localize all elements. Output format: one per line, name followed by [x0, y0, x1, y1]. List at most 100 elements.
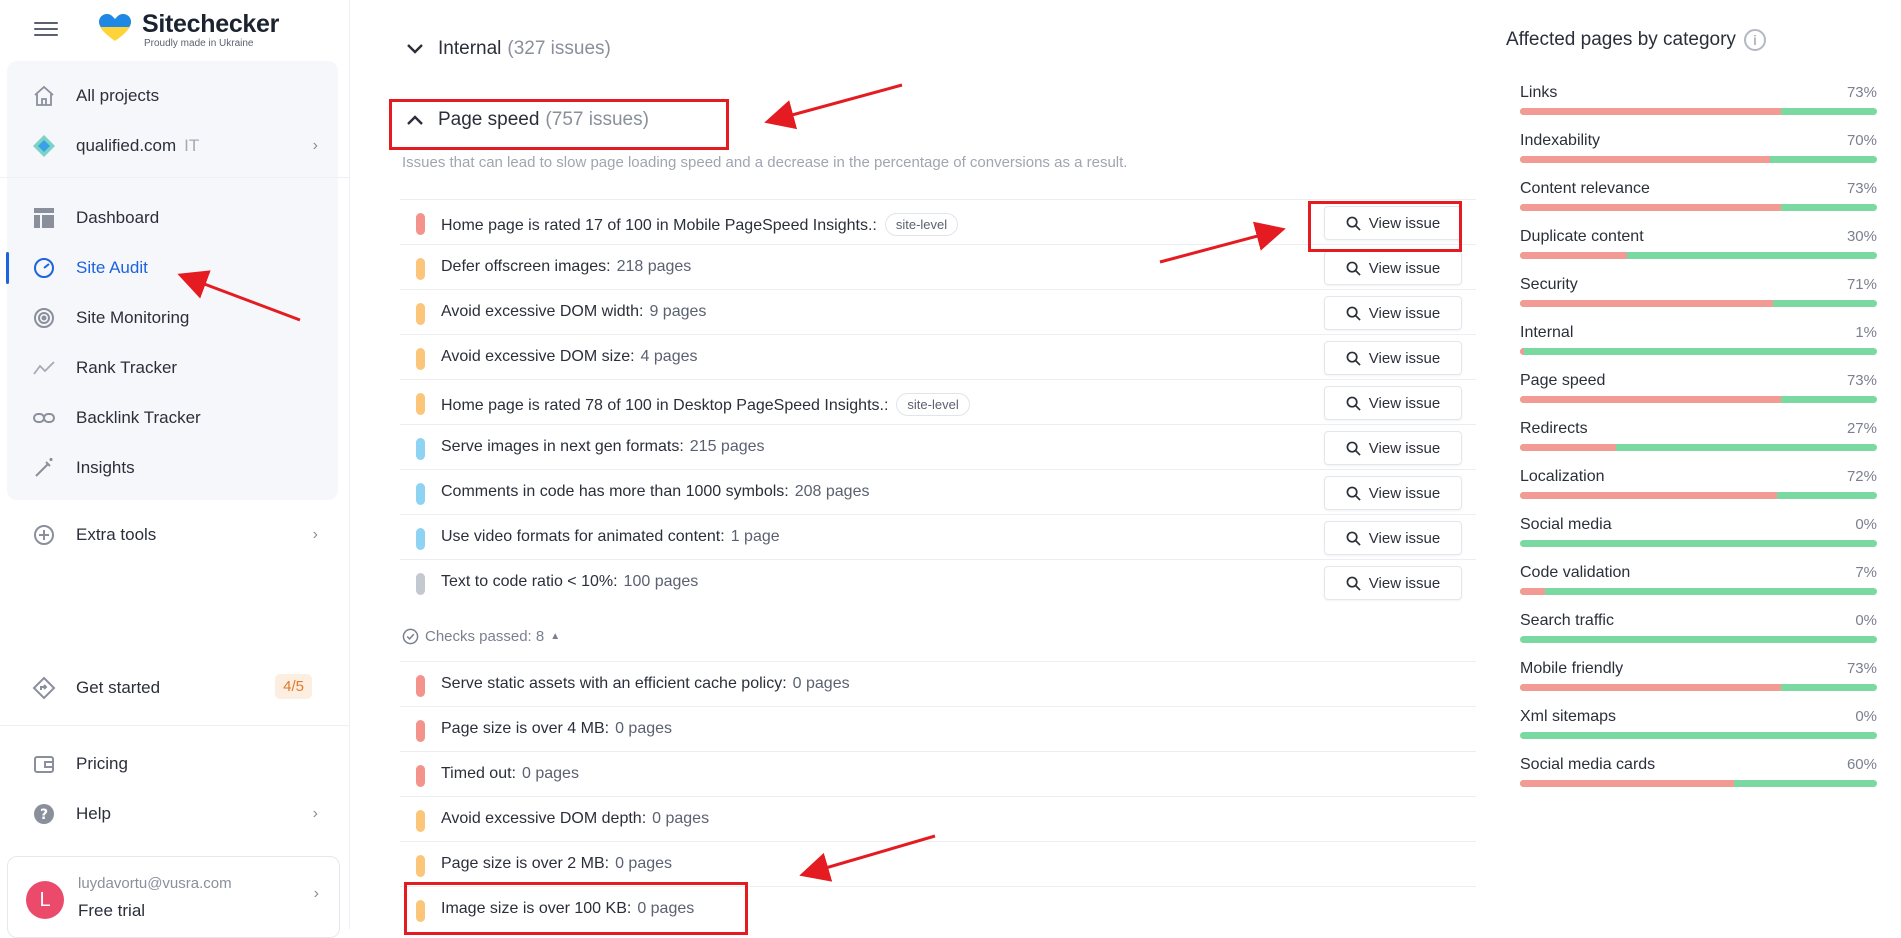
category-row[interactable]: Mobile friendly 73% [1520, 660, 1877, 704]
issue-row[interactable]: Use video formats for animated content: 1… [400, 514, 1476, 559]
plus-circle-icon [31, 522, 57, 548]
view-issue-button[interactable]: View issue [1324, 341, 1462, 375]
category-percent: 30% [1846, 228, 1877, 245]
checks-passed-toggle[interactable]: Checks passed: 8 ▲ [402, 628, 560, 645]
issue-text: Home page is rated 17 of 100 in Mobile P… [441, 213, 959, 236]
category-name: Social media cards [1520, 756, 1656, 773]
chevron-down-icon [407, 44, 423, 54]
category-percent: 73% [1846, 180, 1877, 197]
category-row[interactable]: Code validation 7% [1520, 564, 1877, 608]
issue-row[interactable]: Comments in code has more than 1000 symb… [400, 469, 1476, 514]
issue-row[interactable]: Page size is over 2 MB: 0 pages [400, 841, 1476, 886]
severity-indicator [416, 900, 425, 922]
view-issue-button[interactable]: View issue [1324, 476, 1462, 510]
sidebar-item-backlink-tracker[interactable]: Backlink Tracker [7, 396, 338, 440]
sidebar-item-get-started[interactable]: Get started 4/5 [7, 666, 338, 710]
affected-pages-panel: Affected pages by category i Links 73% Ind… [1500, 0, 1890, 929]
category-name: Xml sitemaps [1520, 708, 1617, 725]
category-row[interactable]: Duplicate content 30% [1520, 228, 1877, 272]
info-icon[interactable]: i [1743, 29, 1766, 51]
issue-row[interactable]: Serve images in next gen formats: 215 pag… [400, 424, 1476, 469]
search-icon [1346, 351, 1361, 366]
issue-text: Comments in code has more than 1000 symb… [441, 483, 869, 501]
severity-indicator [416, 720, 425, 742]
category-row[interactable]: Search traffic 0% [1520, 612, 1877, 656]
issue-title: Home page is rated 78 of 100 in Desktop … [441, 397, 889, 414]
sidebar-item-rank-tracker[interactable]: Rank Tracker [7, 346, 338, 390]
category-row[interactable]: Localization 72% [1520, 468, 1877, 512]
get-started-progress-badge: 4/5 [275, 674, 312, 699]
sidebar-item-help[interactable]: ? Help › [7, 792, 338, 836]
view-issue-button[interactable]: View issue [1324, 566, 1462, 600]
category-row[interactable]: Xml sitemaps 0% [1520, 708, 1877, 752]
issue-title: Serve images in next gen formats: [441, 438, 684, 455]
issue-row[interactable]: Serve static assets with an efficient ca… [400, 661, 1476, 706]
view-issue-button[interactable]: View issue [1324, 206, 1462, 240]
sidebar-item-site-audit[interactable]: Site Audit [6, 246, 338, 290]
sidebar-item-label: Pricing [76, 754, 128, 773]
issue-row[interactable]: Page size is over 4 MB: 0 pages [400, 706, 1476, 751]
panel-title: Affected pages by category i [1506, 29, 1766, 51]
search-icon [1346, 576, 1361, 591]
view-issue-button[interactable]: View issue [1324, 251, 1462, 285]
sidebar-item-site-monitoring[interactable]: Site Monitoring [7, 296, 338, 340]
home-icon [31, 83, 57, 109]
issue-row[interactable]: Image size is over 100 KB: 0 pages [400, 886, 1476, 931]
view-issue-button[interactable]: View issue [1324, 431, 1462, 465]
sidebar-item-all-projects[interactable]: All projects [7, 74, 338, 118]
category-row[interactable]: Social media 0% [1520, 516, 1877, 560]
category-row[interactable]: Internal 1% [1520, 324, 1877, 368]
section-title: Internal [438, 38, 502, 59]
issue-title: Avoid excessive DOM width: [441, 303, 644, 320]
category-row[interactable]: Content relevance 73% [1520, 180, 1877, 224]
section-internal-toggle[interactable]: Internal (327 issues) [406, 38, 611, 60]
affected-fill [1520, 444, 1617, 451]
issue-page-count: 0 pages [522, 765, 579, 782]
issue-row[interactable]: Avoid excessive DOM size: 4 pages View iss… [400, 334, 1476, 379]
issue-row[interactable]: Home page is rated 17 of 100 in Mobile P… [400, 199, 1476, 244]
sidebar-item-extra-tools[interactable]: Extra tools › [7, 513, 338, 557]
view-issue-button[interactable]: View issue [1324, 296, 1462, 330]
issue-row[interactable]: Text to code ratio < 10%: 100 pages View i… [400, 559, 1476, 604]
issue-text: Serve images in next gen formats: 215 pag… [441, 438, 765, 456]
severity-indicator [416, 303, 425, 325]
severity-indicator [416, 765, 425, 787]
issue-row[interactable]: Avoid excessive DOM width: 9 pages View is… [400, 289, 1476, 334]
issue-row[interactable]: Defer offscreen images: 218 pages View iss… [400, 244, 1476, 289]
view-issue-button[interactable]: View issue [1324, 521, 1462, 555]
severity-indicator [416, 348, 425, 370]
sidebar-item-insights[interactable]: Insights [7, 446, 338, 490]
user-account-card[interactable]: L luydavortu@vusra.com Free trial › [7, 856, 340, 938]
category-row[interactable]: Links 73% [1520, 84, 1877, 128]
category-row[interactable]: Security 71% [1520, 276, 1877, 320]
category-row[interactable]: Redirects 27% [1520, 420, 1877, 464]
sidebar-item-dashboard[interactable]: Dashboard [7, 196, 338, 240]
sidebar: Sitechecker Proudly made in Ukraine All … [0, 0, 350, 938]
affected-fill [1520, 780, 1735, 787]
category-percent: 1% [1855, 324, 1877, 341]
sidebar-item-label: Insights [76, 458, 135, 477]
issue-row[interactable]: Timed out: 0 pages [400, 751, 1476, 796]
issue-page-count: 0 pages [615, 720, 673, 737]
issue-text: Home page is rated 78 of 100 in Desktop … [441, 393, 970, 416]
category-row[interactable]: Social media cards 60% [1520, 756, 1877, 800]
issue-title: Serve static assets with an efficient ca… [441, 675, 787, 692]
avatar: L [26, 881, 64, 919]
category-progress-bar [1520, 300, 1877, 307]
category-row[interactable]: Indexability 70% [1520, 132, 1877, 176]
category-percent: 27% [1846, 420, 1877, 437]
issue-row[interactable]: Avoid excessive DOM depth: 0 pages [400, 796, 1476, 841]
hamburger-menu-icon[interactable] [34, 18, 58, 38]
sidebar-item-project[interactable]: qualified.com IT › [7, 124, 338, 168]
view-issue-button[interactable]: View issue [1324, 386, 1462, 420]
section-page-speed-toggle[interactable]: Page speed (757 issues) [406, 109, 649, 131]
category-progress-bar [1520, 492, 1877, 499]
sidebar-item-pricing[interactable]: Pricing [7, 742, 338, 786]
issue-title: Text to code ratio < 10%: [441, 573, 618, 590]
severity-indicator [416, 213, 425, 235]
category-row[interactable]: Page speed 73% [1520, 372, 1877, 416]
section-title: Page speed [438, 109, 540, 130]
category-name: Content relevance [1520, 180, 1650, 197]
view-issue-label: View issue [1368, 439, 1441, 457]
issue-row[interactable]: Home page is rated 78 of 100 in Desktop … [400, 379, 1476, 424]
